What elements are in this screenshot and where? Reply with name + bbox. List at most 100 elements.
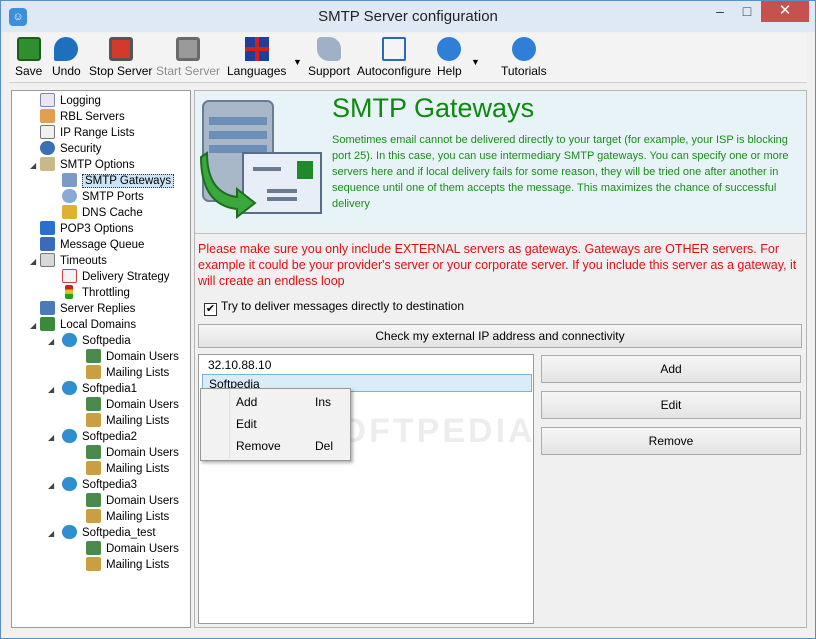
title-bar[interactable]: ☺ SMTP Server configuration – □ ✕ [1, 1, 815, 32]
autoconfigure-button[interactable]: Autoconfigure [357, 37, 431, 78]
page-description: Sometimes email cannot be delivered dire… [332, 134, 789, 210]
save-label: Save [15, 64, 43, 78]
tree-item-message-queue[interactable]: Message Queue [40, 237, 144, 253]
start-server-icon [176, 37, 201, 61]
tree-item-label: Timeouts [60, 255, 107, 267]
tree-item-mailing-lists[interactable]: Mailing Lists [86, 461, 169, 477]
tree-item-label: Softpedia2 [82, 431, 137, 443]
tree-item-domain-users[interactable]: Domain Users [86, 493, 179, 509]
tree-item-security[interactable]: Security [40, 141, 102, 157]
tree-item-ip-range-lists[interactable]: IP Range Lists [40, 125, 135, 141]
tree-item-delivery-strategy[interactable]: Delivery Strategy [62, 269, 170, 285]
mailing-lists-icon [86, 557, 101, 571]
toolbar: Save Undo Stop Server Start Server Langu… [9, 33, 807, 83]
users-icon [86, 349, 101, 363]
tree-item-domain-users[interactable]: Domain Users [86, 541, 179, 557]
help-dropdown-arrow[interactable]: ▼ [471, 57, 480, 67]
dns-cache-icon [62, 205, 77, 219]
gateway-icon [62, 173, 77, 187]
edit-gateway-button[interactable]: Edit [541, 391, 801, 419]
tree-item-mailing-lists[interactable]: Mailing Lists [86, 413, 169, 429]
tree-item-smtp-options[interactable]: SMTP Options [40, 157, 135, 173]
tree-item-rbl-servers[interactable]: RBL Servers [40, 109, 125, 125]
save-button[interactable]: Save [15, 37, 42, 78]
list-item[interactable]: 32.10.88.10 [202, 356, 532, 374]
support-label: Support [308, 64, 351, 78]
expander-icon[interactable]: ◢ [30, 257, 36, 266]
expander-icon[interactable]: ◢ [48, 433, 54, 442]
tree-item-domain[interactable]: Softpedia3 [62, 477, 137, 493]
tree-item-domain-users[interactable]: Domain Users [86, 349, 179, 365]
context-menu-edit[interactable]: Edit [203, 414, 348, 435]
context-menu-remove[interactable]: Remove Del [203, 436, 348, 457]
help-label: Help [437, 64, 462, 78]
expander-icon[interactable]: ◢ [48, 337, 54, 346]
mailing-lists-icon [86, 509, 101, 523]
expander-icon[interactable]: ◢ [48, 385, 54, 394]
settings-tree[interactable]: Logging RBL Servers IP Range Lists Secur… [11, 90, 191, 628]
languages-dropdown-arrow[interactable]: ▼ [293, 57, 302, 67]
tree-item-throttling[interactable]: Throttling [62, 285, 130, 301]
tree-item-dns-cache[interactable]: DNS Cache [62, 205, 143, 221]
users-icon [86, 493, 101, 507]
check-external-ip-button[interactable]: Check my external IP address and connect… [198, 324, 802, 348]
expander-icon[interactable]: ◢ [48, 481, 54, 490]
tree-item-pop3-options[interactable]: POP3 Options [40, 221, 134, 237]
tree-item-domain[interactable]: Softpedia2 [62, 429, 137, 445]
stop-server-label: Stop Server [89, 64, 153, 78]
tree-item-label: Mailing Lists [106, 559, 170, 571]
tree-item-label: RBL Servers [60, 111, 125, 123]
tree-item-smtp-gateways[interactable]: SMTP Gateways [62, 173, 175, 189]
tree-item-mailing-lists[interactable]: Mailing Lists [86, 557, 169, 573]
security-icon [40, 141, 55, 155]
tree-item-server-replies[interactable]: Server Replies [40, 301, 135, 317]
tree-item-domain[interactable]: Softpedia [62, 333, 131, 349]
tree-item-label: Domain Users [106, 351, 179, 363]
tree-item-label: Message Queue [60, 239, 145, 251]
add-gateway-button[interactable]: Add [541, 355, 801, 383]
expander-icon[interactable]: ◢ [30, 161, 36, 170]
server-replies-icon [40, 301, 55, 315]
close-button[interactable]: ✕ [761, 1, 809, 22]
uk-flag-icon [244, 37, 269, 61]
direct-delivery-checkbox[interactable]: ✔ Try to deliver messages directly to des… [204, 299, 464, 316]
tree-item-mailing-lists[interactable]: Mailing Lists [86, 365, 169, 381]
help-button[interactable]: Help [437, 37, 462, 78]
tree-item-label: SMTP Options [60, 159, 135, 171]
tree-item-label: Mailing Lists [106, 367, 170, 379]
remove-gateway-button[interactable]: Remove [541, 427, 801, 455]
save-icon [16, 37, 41, 61]
menu-item-label: Edit [236, 417, 257, 431]
support-button[interactable]: Support [308, 37, 350, 78]
page-header: SMTP Gateways Sometimes email cannot be … [195, 91, 806, 234]
mailing-lists-icon [86, 413, 101, 427]
maximize-button[interactable]: □ [734, 1, 760, 22]
tree-item-local-domains[interactable]: Local Domains [40, 317, 136, 333]
tree-item-label: Domain Users [106, 447, 179, 459]
tree-item-domain[interactable]: Softpedia1 [62, 381, 137, 397]
undo-button[interactable]: Undo [52, 37, 81, 78]
tree-item-mailing-lists[interactable]: Mailing Lists [86, 509, 169, 525]
tree-item-domain-users[interactable]: Domain Users [86, 397, 179, 413]
expander-icon[interactable]: ◢ [30, 321, 36, 330]
expander-icon[interactable]: ◢ [48, 529, 54, 538]
tree-item-domain-users[interactable]: Domain Users [86, 445, 179, 461]
tree-item-label: DNS Cache [82, 207, 143, 219]
checkbox-mark[interactable]: ✔ [204, 303, 217, 316]
tree-item-logging[interactable]: Logging [40, 93, 101, 109]
log-icon [40, 93, 55, 107]
tutorials-button[interactable]: Tutorials [501, 37, 547, 78]
house-icon [382, 37, 407, 61]
tree-item-label: Throttling [82, 287, 130, 299]
languages-button[interactable]: Languages [227, 37, 286, 78]
minimize-button[interactable]: – [706, 1, 734, 22]
tree-item-label: Delivery Strategy [82, 271, 170, 283]
tree-item-timeouts[interactable]: Timeouts [40, 253, 107, 269]
stop-server-button[interactable]: Stop Server [89, 37, 152, 78]
tree-item-domain[interactable]: Softpedia_test [62, 525, 156, 541]
local-domains-icon [40, 317, 55, 331]
tree-item-label: Security [60, 143, 102, 155]
start-server-button[interactable]: Start Server [156, 37, 220, 78]
tree-item-smtp-ports[interactable]: SMTP Ports [62, 189, 144, 205]
context-menu-add[interactable]: Add Ins [203, 392, 348, 413]
